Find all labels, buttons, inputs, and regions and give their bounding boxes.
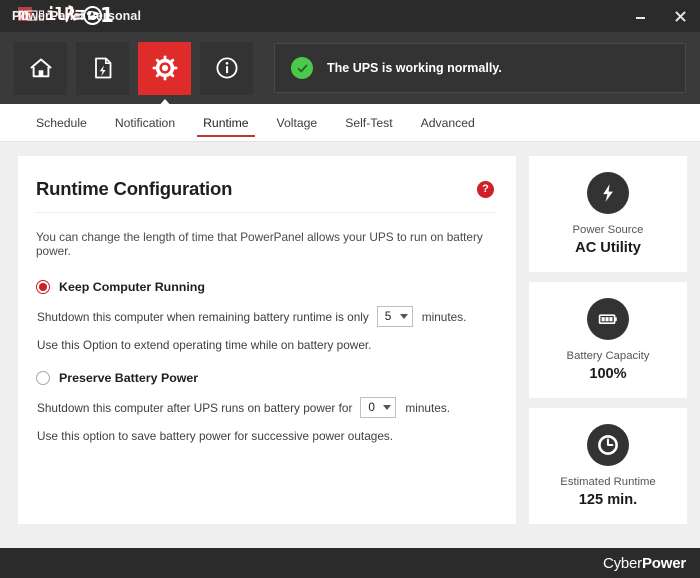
check-circle-icon: [291, 57, 313, 79]
option-header[interactable]: Keep Computer Running: [36, 280, 496, 294]
chevron-down-icon: [383, 405, 392, 410]
option-label: Keep Computer Running: [59, 280, 205, 294]
battery-runtime-dropdown[interactable]: 0: [360, 397, 397, 418]
info-card-value: 125 min.: [578, 492, 638, 508]
main-toolbar: The UPS is working normally.: [0, 32, 700, 108]
clock-icon: [587, 424, 629, 466]
close-icon[interactable]: [660, 0, 700, 32]
tab-self-test[interactable]: Self-Test: [331, 104, 406, 141]
home-icon: [28, 55, 54, 81]
tab-schedule[interactable]: Schedule: [22, 104, 101, 141]
title-bar: PowerPanel Personal m□▯il℟≡ 1: [0, 0, 700, 32]
option-preserve-battery-power: Preserve Battery Power Shutdown this com…: [36, 371, 496, 443]
ups-status-panel: The UPS is working normally.: [274, 43, 686, 93]
info-card-estimated-runtime: Estimated Runtime 125 min.: [529, 408, 687, 524]
runtime-threshold-dropdown[interactable]: 5: [376, 306, 413, 327]
info-card-label: Power Source: [572, 224, 644, 236]
option-label: Preserve Battery Power: [59, 371, 199, 385]
dropdown-value: 5: [384, 308, 392, 323]
content-area: Runtime Configuration ? You can change t…: [0, 142, 700, 546]
toolbar-button-home[interactable]: [14, 41, 67, 95]
cyberpower-logo: CyberPower: [603, 555, 686, 572]
option-text-before: Shutdown this computer when remaining ba…: [37, 309, 369, 324]
ups-status-message: The UPS is working normally.: [327, 61, 502, 75]
tab-voltage[interactable]: Voltage: [263, 104, 332, 141]
footer-bar: CyberPower: [0, 546, 700, 578]
chevron-down-icon: [399, 314, 408, 319]
radio-preserve-battery-power[interactable]: [36, 371, 50, 385]
option-note: Use this option to save battery power fo…: [37, 429, 394, 443]
help-icon[interactable]: ?: [477, 180, 494, 198]
option-note: Use this Option to extend operating time…: [37, 338, 372, 352]
option-setting-line: Shutdown this computer after UPS runs on…: [37, 397, 496, 418]
option-text-after: minutes.: [421, 309, 467, 324]
dropdown-value: 0: [368, 399, 375, 414]
window-title: PowerPanel Personal: [12, 9, 142, 23]
tab-advanced[interactable]: Advanced: [407, 104, 489, 141]
toolbar-button-power-report[interactable]: [76, 41, 129, 95]
brand-second: Power: [641, 554, 686, 572]
brand-first: Cyber: [602, 554, 642, 572]
tab-runtime[interactable]: Runtime: [189, 104, 262, 141]
page-title: Runtime Configuration: [36, 178, 233, 199]
battery-icon: [587, 298, 629, 340]
minimize-button[interactable]: [620, 0, 660, 32]
card-description: You can change the length of time that P…: [36, 230, 483, 258]
option-keep-computer-running: Keep Computer Running Shutdown this comp…: [36, 280, 496, 352]
application-window: PowerPanel Personal m□▯il℟≡ 1 The UPS is…: [0, 0, 700, 578]
tab-notification[interactable]: Notification: [101, 104, 189, 141]
info-card-label: Estimated Runtime: [560, 476, 656, 488]
info-card-value: 100%: [589, 366, 627, 382]
option-header[interactable]: Preserve Battery Power: [36, 371, 496, 385]
toolbar-button-configuration[interactable]: [138, 41, 191, 108]
lightning-bolt-icon: [587, 172, 629, 214]
info-card-power-source: Power Source AC Utility: [529, 156, 687, 272]
runtime-configuration-card: Runtime Configuration ? You can change t…: [18, 156, 516, 524]
card-header: Runtime Configuration ?: [36, 178, 496, 213]
option-text-before: Shutdown this computer after UPS runs on…: [37, 400, 353, 415]
toolbar-button-information[interactable]: [200, 41, 253, 95]
option-setting-line: Shutdown this computer when remaining ba…: [37, 306, 496, 327]
document-lightning-icon: [90, 55, 116, 81]
gear-icon: [151, 54, 179, 82]
option-text-after: minutes.: [405, 400, 450, 415]
info-card-value: AC Utility: [575, 240, 641, 256]
radio-keep-computer-running[interactable]: [36, 280, 50, 294]
window-controls: [620, 0, 700, 32]
info-card-label: Battery Capacity: [566, 350, 650, 362]
settings-tab-bar: Schedule Notification Runtime Voltage Se…: [0, 104, 700, 142]
status-sidebar: Power Source AC Utility Battery Capacity…: [529, 156, 687, 546]
info-icon: [214, 55, 240, 81]
info-card-battery-capacity: Battery Capacity 100%: [529, 282, 687, 398]
